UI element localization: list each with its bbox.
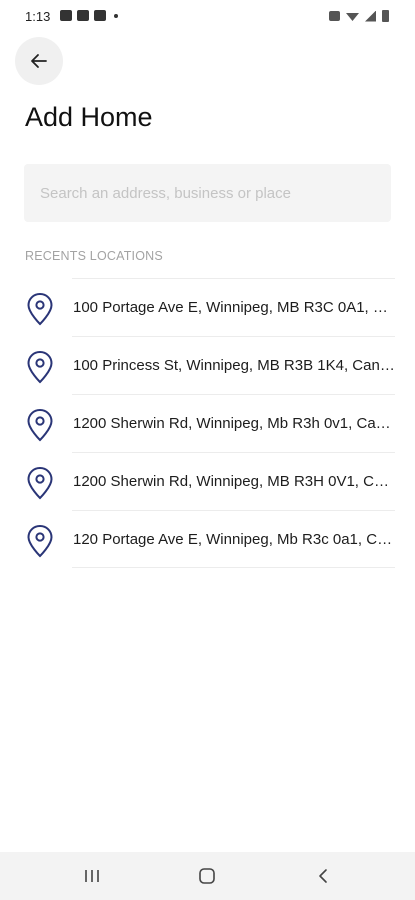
location-item[interactable]: 100 Portage Ave E, Winnipeg, MB R3C 0A1,… xyxy=(0,278,415,336)
location-item[interactable]: 100 Princess St, Winnipeg, MB R3B 1K4, C… xyxy=(0,336,415,394)
location-pin-icon xyxy=(27,524,53,558)
location-pin-icon xyxy=(27,466,53,500)
divider xyxy=(72,567,395,568)
mute-icon xyxy=(329,11,340,21)
status-bar: 1:13 xyxy=(0,0,415,34)
signal-icon xyxy=(365,10,376,22)
more-notifications-icon xyxy=(114,13,118,18)
location-pin-icon xyxy=(27,350,53,384)
location-address: 100 Portage Ave E, Winnipeg, MB R3C 0A1,… xyxy=(73,299,395,316)
divider xyxy=(72,278,395,279)
back-chevron-icon xyxy=(319,869,327,883)
location-item[interactable]: 1200 Sherwin Rd, Winnipeg, Mb R3h 0v1, C… xyxy=(0,394,415,452)
battery-icon xyxy=(382,10,389,22)
recent-locations-list: 100 Portage Ave E, Winnipeg, MB R3C 0A1,… xyxy=(0,278,415,568)
system-icons xyxy=(329,10,389,22)
notification-icons xyxy=(60,10,118,21)
message-icon xyxy=(60,10,72,21)
image-icon xyxy=(77,10,89,21)
location-address: 1200 Sherwin Rd, Winnipeg, MB R3H 0V1, C… xyxy=(73,473,395,490)
home-button[interactable] xyxy=(177,852,237,900)
location-address: 100 Princess St, Winnipeg, MB R3B 1K4, C… xyxy=(73,357,395,374)
system-nav-bar xyxy=(0,852,415,900)
system-back-button[interactable] xyxy=(293,852,353,900)
divider xyxy=(72,394,395,395)
mail-icon xyxy=(94,10,106,21)
arrow-left-icon xyxy=(31,54,47,68)
back-button[interactable] xyxy=(15,37,63,85)
recents-section-label: RECENTS LOCATIONS xyxy=(25,249,163,263)
search-input[interactable] xyxy=(24,164,391,222)
page-title: Add Home xyxy=(25,102,153,132)
status-time: 1:13 xyxy=(25,9,51,24)
location-address: 120 Portage Ave E, Winnipeg, Mb R3c 0a1,… xyxy=(73,531,395,548)
home-icon xyxy=(199,868,215,884)
wifi-icon xyxy=(346,13,359,21)
location-item[interactable]: 1200 Sherwin Rd, Winnipeg, MB R3H 0V1, C… xyxy=(0,452,415,510)
divider xyxy=(72,452,395,453)
recent-apps-button[interactable] xyxy=(62,852,122,900)
location-item[interactable]: 120 Portage Ave E, Winnipeg, Mb R3c 0a1,… xyxy=(0,510,415,568)
recent-apps-icon xyxy=(85,870,99,882)
location-pin-icon xyxy=(27,292,53,326)
divider xyxy=(72,336,395,337)
divider xyxy=(72,510,395,511)
location-address: 1200 Sherwin Rd, Winnipeg, Mb R3h 0v1, C… xyxy=(73,415,395,432)
location-pin-icon xyxy=(27,408,53,442)
